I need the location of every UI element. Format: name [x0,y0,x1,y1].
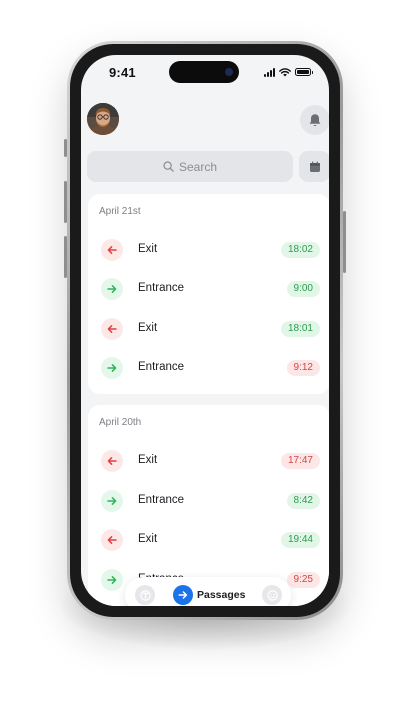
status-time: 9:41 [109,65,136,80]
search-icon [163,161,174,172]
camera-dot [225,68,233,76]
list-item[interactable]: Entrance 8:42 [88,487,329,515]
time-badge: 17:47 [280,453,320,469]
list-item[interactable]: Entrance 9:00 [88,275,329,303]
time-badge: 9:00 [286,281,320,297]
entrance-icon [101,490,123,512]
list-item[interactable]: Exit 17:47 [88,447,329,475]
time-badge: 18:02 [280,242,320,258]
battery-icon [295,68,313,76]
avatar-image [87,103,119,135]
tab-passages[interactable] [173,585,193,605]
phone-bezel: 9:41 Search April 21st Exit 18:02 Entran… [70,44,340,617]
volume-up-button [64,181,67,223]
calendar-button[interactable] [299,151,329,182]
bell-icon [309,113,321,126]
phone-frame: 9:41 Search April 21st Exit 18:02 Entran… [64,41,346,620]
list-item[interactable]: Entrance 9:12 [88,354,329,382]
exit-icon [101,450,123,472]
day-card: April 21st Exit 18:02 Entrance 9:00 Exit… [88,194,329,394]
time-badge: 18:01 [280,321,320,337]
section-date: April 21st [99,206,141,217]
list-item[interactable]: Exit 18:01 [88,315,329,343]
time-badge: 9:25 [286,572,320,588]
dynamic-island [169,61,239,83]
passage-type: Entrance [138,282,185,294]
arrow-right-icon [178,591,188,599]
wifi-icon [279,67,291,76]
tab-passages-label[interactable]: Passages [197,589,245,601]
notifications-button[interactable] [300,105,329,135]
tab-profile[interactable] [262,585,282,605]
action-button [64,139,67,157]
status-bar: 9:41 [81,55,329,89]
list-item[interactable]: Exit 19:44 [88,526,329,554]
passage-type: Exit [138,243,158,255]
section-date: April 20th [99,417,142,428]
screen: 9:41 Search April 21st Exit 18:02 Entran… [81,55,329,606]
smiley-icon [266,589,278,601]
time-badge: 19:44 [280,532,320,548]
exit-icon [101,529,123,551]
passage-type: Entrance [138,361,185,373]
time-badge: 9:12 [286,360,320,376]
volume-down-button [64,236,67,278]
time-badge: 8:42 [286,493,320,509]
tab-wallet[interactable] [135,585,155,605]
passage-type: Exit [138,454,158,466]
entrance-icon [101,569,123,591]
exit-icon [101,318,123,340]
passage-type: Exit [138,322,158,334]
status-icons [264,67,313,77]
wallet-icon [139,589,151,601]
search-placeholder: Search [178,159,218,174]
day-card: April 20th Exit 17:47 Entrance 8:42 Exit… [88,405,329,606]
cellular-signal-icon [264,67,275,77]
tab-bar: Passages [125,577,291,606]
search-input[interactable]: Search [87,151,293,182]
list-item[interactable]: Exit 18:02 [88,236,329,264]
entrance-icon [101,357,123,379]
avatar[interactable] [87,103,119,135]
exit-icon [101,239,123,261]
passage-type: Entrance [138,494,185,506]
passage-type: Exit [138,533,158,545]
calendar-icon [309,161,320,172]
entrance-icon [101,278,123,300]
power-button [343,211,346,273]
